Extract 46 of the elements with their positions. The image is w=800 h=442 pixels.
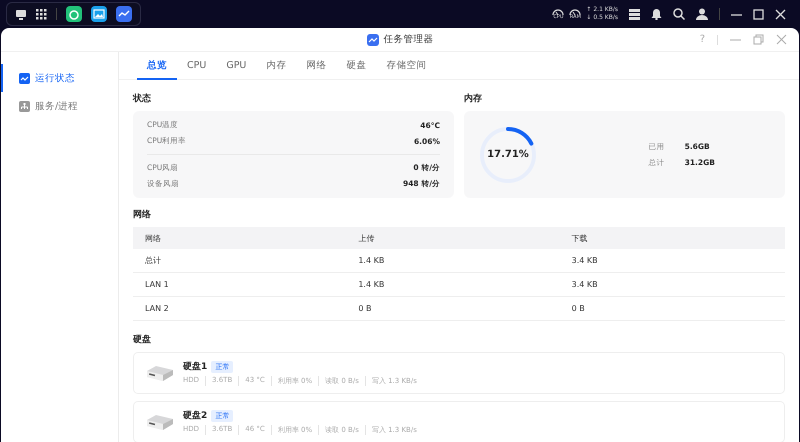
section-title: 硬盘 [133,334,152,346]
disk-name: 硬盘1 [183,360,208,373]
hard-drive-icon [146,413,174,431]
table-cell-text: LAN 2 [145,304,170,313]
table-cell-text: 1.4 KB [358,256,386,265]
section-title: 内存 [464,92,483,105]
search-icon[interactable] [673,8,685,20]
app-grid-icon[interactable] [36,8,47,20]
chart-icon [19,72,30,84]
sidebar-item[interactable]: 运行状态 [1,64,118,92]
table-cell-text: 1.4 KB [358,280,386,289]
tab[interactable]: 内存 [256,52,296,80]
column-header: 上传 [358,232,376,244]
table-cell-text: 3.4 KB [572,280,599,289]
table-cell-text: 总计 [145,255,162,266]
tab[interactable]: 总览 [137,52,177,80]
column-header: 网络 [145,232,162,244]
bell-icon[interactable] [651,8,662,20]
tab[interactable]: CPU [177,52,216,80]
tab[interactable]: 存储空间 [376,52,436,80]
tab[interactable]: GPU [216,52,256,80]
tab[interactable]: 硬盘 [336,52,376,80]
user-icon[interactable] [696,8,708,20]
window-title: 任务管理器 [384,33,434,46]
section-title: 网络 [133,208,152,221]
server-icon[interactable] [629,8,640,20]
hierarchy-icon [19,100,30,112]
table-cell-text: 0 B [572,304,586,313]
monitor-app-icon[interactable] [116,6,132,22]
tab[interactable]: 网络 [296,52,336,80]
disk-name: 硬盘2 [183,410,208,422]
table-cell-text: LAN 1 [145,280,170,289]
column-header: 下载 [572,232,589,244]
photo-app-icon[interactable] [91,6,107,22]
gauge-icon [552,8,564,15]
app-icon [366,34,378,46]
section-title: 状态 [133,92,152,105]
sync-app-icon[interactable] [66,6,82,22]
hard-drive-icon [146,364,174,382]
monitor-icon[interactable] [15,8,27,20]
table-cell-text: 3.4 KB [572,256,599,265]
memory-percent: 17.71% [487,149,529,160]
maximize-icon[interactable] [753,8,764,20]
sidebar-item[interactable]: 服务/进程 [1,92,118,120]
gauge-icon [569,8,582,15]
table-cell-text: 0 B [358,304,372,313]
